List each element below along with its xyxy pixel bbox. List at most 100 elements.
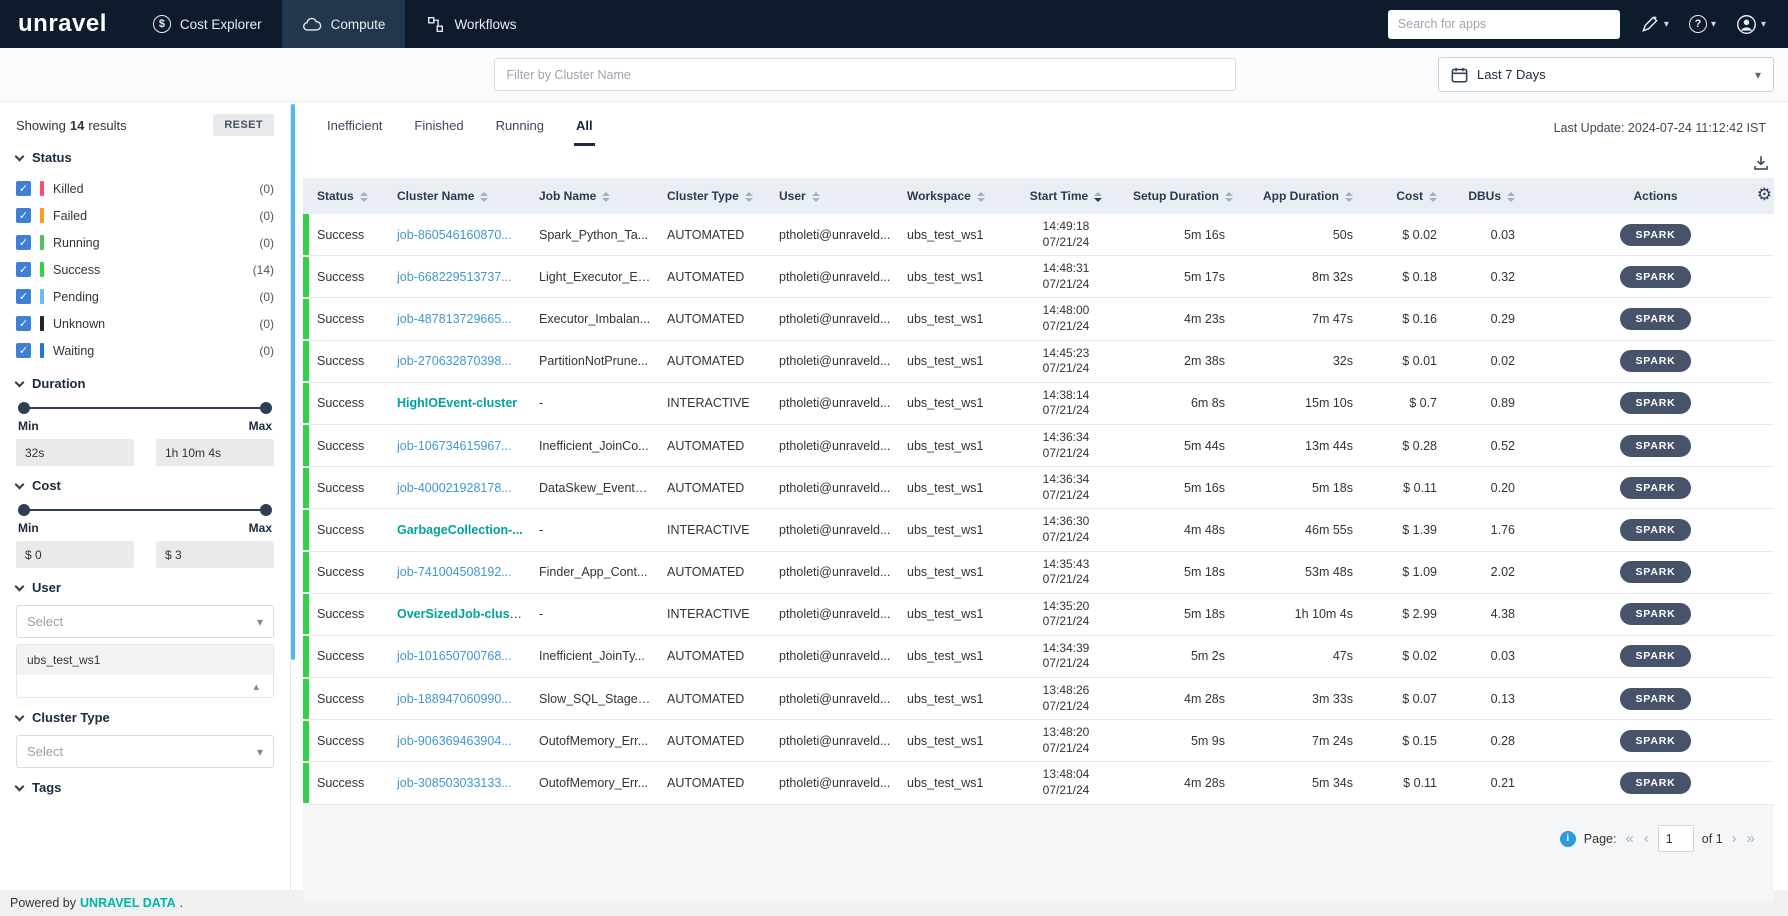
table-row[interactable]: Success job-668229513737... Light_Executor…	[303, 255, 1774, 299]
column-header-app-duration[interactable]: App Duration	[1247, 178, 1375, 214]
page-number-input[interactable]	[1657, 825, 1694, 853]
table-row[interactable]: Success GarbageCollection-... - INTERACTIVE…	[303, 508, 1774, 553]
search-input[interactable]	[1387, 9, 1620, 39]
column-header-start-time[interactable]: Start Time	[1007, 178, 1125, 214]
tab-running[interactable]: Running	[494, 110, 546, 146]
column-header-status[interactable]: Status	[309, 178, 389, 214]
duration-range-slider[interactable]	[18, 401, 272, 415]
prev-page-button[interactable]: ‹	[1643, 830, 1650, 847]
cost-min-input[interactable]	[16, 541, 134, 568]
cluster-name-link[interactable]: job-860546160870...	[397, 228, 512, 242]
cluster-name-link[interactable]: job-308503033133...	[397, 776, 512, 790]
table-row[interactable]: Success job-487813729665... Executor_Imbal…	[303, 297, 1774, 342]
column-header-setup-duration[interactable]: Setup Duration	[1125, 178, 1247, 214]
duration-max-input[interactable]	[156, 439, 274, 466]
duration-min-input[interactable]	[16, 439, 134, 466]
user-menu[interactable]: ▾	[1736, 14, 1766, 35]
tags-section-header[interactable]: Tags	[14, 780, 274, 795]
unravel-data-link[interactable]: UNRAVEL DATA	[80, 896, 176, 910]
spark-button[interactable]: SPARK	[1619, 350, 1692, 373]
tab-finished[interactable]: Finished	[412, 110, 465, 146]
spark-button[interactable]: SPARK	[1619, 687, 1692, 710]
slider-max-handle[interactable]	[260, 504, 272, 516]
table-row[interactable]: Success job-741004508192... Finder_App_Con…	[303, 551, 1774, 595]
checkbox-checked[interactable]: ✓	[16, 316, 31, 331]
table-row[interactable]: Success job-308503033133... OutofMemory_Er…	[303, 761, 1774, 806]
spark-button[interactable]: SPARK	[1619, 518, 1692, 541]
cost-max-input[interactable]	[156, 541, 274, 568]
column-header-dbus[interactable]: DBUs	[1459, 178, 1537, 214]
spark-button[interactable]: SPARK	[1619, 645, 1692, 668]
spark-button[interactable]: SPARK	[1619, 307, 1692, 330]
cluster-name-link[interactable]: HighIOEvent-cluster	[397, 396, 517, 410]
cluster-name-filter-input[interactable]	[493, 58, 1236, 91]
checkbox-checked[interactable]: ✓	[16, 289, 31, 304]
ai-assistant-menu[interactable]: ▾	[1640, 14, 1669, 34]
last-page-button[interactable]: »	[1746, 830, 1756, 847]
checkbox-checked[interactable]: ✓	[16, 262, 31, 277]
nav-item-workflows[interactable]: Workflows	[405, 0, 536, 48]
nav-item-compute[interactable]: Compute	[281, 0, 406, 48]
checkbox-checked[interactable]: ✓	[16, 208, 31, 223]
cluster-name-link[interactable]: job-270632870398...	[397, 354, 512, 368]
slider-min-handle[interactable]	[18, 402, 30, 414]
spark-button[interactable]: SPARK	[1619, 729, 1692, 752]
nav-item-cost-explorer[interactable]: $ Cost Explorer	[133, 0, 282, 48]
cluster-name-link[interactable]: OverSizedJob-clust...	[397, 607, 524, 621]
table-row[interactable]: Success job-270632870398... PartitionNotPr…	[303, 340, 1774, 384]
cluster-name-link[interactable]: job-487813729665...	[397, 312, 512, 326]
table-row[interactable]: Success job-400021928178... DataSkew_Event…	[303, 466, 1774, 510]
column-header-cost[interactable]: Cost	[1375, 178, 1459, 214]
table-row[interactable]: Success HighIOEvent-cluster - INTERACTIVE pt…	[303, 382, 1774, 426]
table-row[interactable]: Success job-906369463904... OutofMemory_Er…	[303, 719, 1774, 763]
download-icon[interactable]	[1752, 154, 1770, 172]
spark-button[interactable]: SPARK	[1619, 392, 1692, 415]
user-select[interactable]: Select ▾	[16, 605, 274, 638]
listbox-collapse-row[interactable]: ▴	[17, 675, 273, 697]
spark-button[interactable]: SPARK	[1619, 476, 1692, 499]
table-row[interactable]: Success job-106734615967... Inefficient_Jo…	[303, 424, 1774, 468]
next-page-button[interactable]: ›	[1731, 830, 1738, 847]
cluster-type-section-header[interactable]: Cluster Type	[14, 710, 274, 725]
status-section-header[interactable]: Status	[14, 150, 274, 165]
cluster-type-select[interactable]: Select ▾	[16, 735, 274, 768]
table-row[interactable]: Success job-860546160870... Spark_Python_T…	[303, 214, 1774, 257]
help-menu[interactable]: ? ▾	[1688, 15, 1716, 33]
cluster-name-link[interactable]: job-188947060990...	[397, 692, 512, 706]
user-section-header[interactable]: User	[14, 580, 274, 595]
tab-inefficient[interactable]: Inefficient	[325, 110, 384, 146]
cluster-name-link[interactable]: GarbageCollection-...	[397, 523, 523, 537]
column-header-workspace[interactable]: Workspace	[899, 178, 1007, 214]
column-header-job-name[interactable]: Job Name	[531, 178, 659, 214]
spark-button[interactable]: SPARK	[1619, 434, 1692, 457]
checkbox-checked[interactable]: ✓	[16, 181, 31, 196]
table-row[interactable]: Success job-188947060990... Slow_SQL_Stage…	[303, 677, 1774, 721]
column-header-user[interactable]: User	[771, 178, 899, 214]
cluster-name-link[interactable]: job-106734615967...	[397, 439, 512, 453]
spark-button[interactable]: SPARK	[1619, 772, 1692, 795]
table-row[interactable]: Success OverSizedJob-clust... - INTERACTIVE…	[303, 593, 1774, 637]
duration-section-header[interactable]: Duration	[14, 376, 274, 391]
checkbox-checked[interactable]: ✓	[16, 235, 31, 250]
info-icon[interactable]: i	[1559, 830, 1576, 847]
first-page-button[interactable]: «	[1624, 830, 1634, 847]
tab-all[interactable]: All	[574, 110, 595, 146]
cluster-name-link[interactable]: job-400021928178...	[397, 481, 512, 495]
cost-range-slider[interactable]	[18, 503, 272, 517]
cluster-name-link[interactable]: job-906369463904...	[397, 734, 512, 748]
table-row[interactable]: Success job-101650700768... Inefficient_Jo…	[303, 635, 1774, 679]
column-header-cluster-type[interactable]: Cluster Type	[659, 178, 771, 214]
gear-icon[interactable]: ⚙	[1757, 186, 1772, 203]
spark-button[interactable]: SPARK	[1619, 561, 1692, 584]
checkbox-checked[interactable]: ✓	[16, 343, 31, 358]
user-option-selected[interactable]: ubs_test_ws1	[17, 645, 273, 675]
spark-button[interactable]: SPARK	[1619, 223, 1692, 246]
cluster-name-link[interactable]: job-741004508192...	[397, 565, 512, 579]
date-range-select[interactable]: Last 7 Days ▾	[1438, 57, 1774, 92]
spark-button[interactable]: SPARK	[1619, 265, 1692, 288]
scroll-indicator[interactable]	[291, 104, 295, 660]
cost-section-header[interactable]: Cost	[14, 478, 274, 493]
slider-max-handle[interactable]	[260, 402, 272, 414]
column-header-actions[interactable]: Actions ⚙	[1537, 178, 1774, 214]
cluster-name-link[interactable]: job-101650700768...	[397, 649, 512, 663]
